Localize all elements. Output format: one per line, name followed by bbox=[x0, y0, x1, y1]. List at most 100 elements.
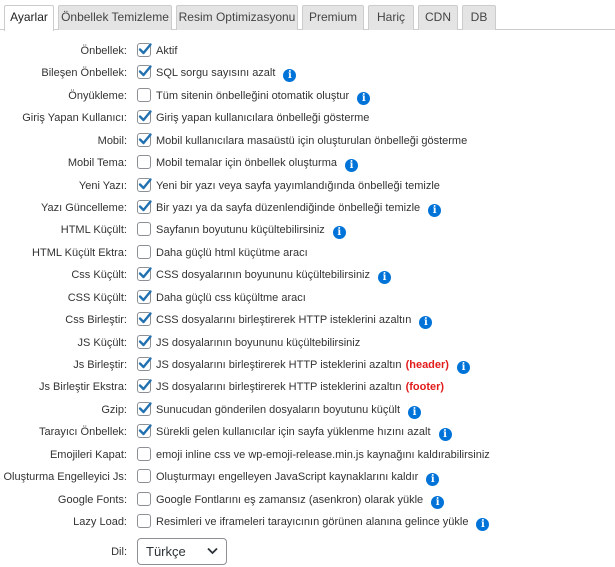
setting-row: Bileşen Önbellek: SQL sorgu sayısını azal… bbox=[0, 63, 615, 85]
setting-row: Js Birleştir Ekstra: JS dosyalarını birle… bbox=[0, 377, 615, 399]
setting-checkbox[interactable] bbox=[137, 424, 152, 439]
language-row: Dil: bbox=[0, 542, 615, 564]
setting-label: Js Birleştir: bbox=[73, 359, 127, 372]
setting-description: SQL sorgu sayısını azalt i bbox=[156, 66, 297, 83]
setting-checkbox[interactable] bbox=[137, 177, 152, 192]
setting-checkbox[interactable] bbox=[137, 65, 152, 80]
setting-checkbox[interactable] bbox=[137, 110, 152, 125]
checkmark-icon bbox=[138, 357, 152, 369]
tab-ayarlar[interactable]: Ayarlar bbox=[4, 5, 54, 31]
setting-description-text: Sunucudan gönderilen dosyaların boyutunu… bbox=[156, 403, 401, 416]
setting-description-text: Yeni bir yazı veya sayfa yayımlandığında… bbox=[156, 179, 440, 192]
setting-label: Lazy Load: bbox=[73, 516, 127, 529]
tab-db[interactable]: DB bbox=[462, 5, 496, 30]
setting-label: Yeni Yazı: bbox=[78, 179, 127, 192]
info-icon[interactable]: i bbox=[438, 428, 452, 442]
setting-checkbox[interactable] bbox=[137, 87, 151, 102]
setting-label: Önbellek: bbox=[80, 45, 127, 57]
setting-label: HTML Küçült: bbox=[60, 224, 127, 237]
setting-checkbox[interactable] bbox=[137, 200, 152, 214]
setting-row: HTML Küçült Ektra: Daha güçlü html küçütm… bbox=[0, 243, 615, 265]
setting-description: JS dosyalarının boyununu küçültebilirsin… bbox=[156, 336, 360, 350]
setting-checkbox[interactable] bbox=[137, 222, 151, 237]
info-icon[interactable]: i bbox=[408, 405, 422, 419]
info-icon[interactable]: i bbox=[426, 473, 440, 487]
setting-description-text: Daha güçlü html küçütme aracı bbox=[156, 246, 308, 259]
setting-label: Oluşturma Engelleyici Js: bbox=[3, 471, 128, 484]
setting-checkbox[interactable] bbox=[137, 312, 152, 327]
setting-description: Mobil temalar için önbellek oluşturma i bbox=[156, 156, 358, 173]
setting-checkbox[interactable] bbox=[137, 401, 152, 416]
setting-label: Css Küçült: bbox=[71, 269, 127, 282]
setting-label: Giriş Yapan Kullanıcı: bbox=[22, 112, 127, 125]
checkmark-icon bbox=[138, 133, 152, 144]
tab-cdn[interactable]: CDN bbox=[418, 5, 458, 30]
setting-description-text: Mobil temalar için önbellek oluşturma bbox=[156, 157, 337, 170]
setting-label: Tarayıcı Önbellek: bbox=[38, 426, 127, 439]
setting-description-text: Tüm sitenin önbelleğini otomatik oluştur bbox=[156, 89, 350, 102]
tab-resim-optimizasyonu[interactable]: Resim Optimizasyonu bbox=[176, 5, 298, 30]
setting-checkbox[interactable] bbox=[137, 267, 152, 282]
info-icon[interactable]: i bbox=[419, 316, 433, 330]
info-icon[interactable]: i bbox=[476, 518, 490, 532]
setting-checkbox[interactable] bbox=[137, 446, 151, 461]
checkmark-icon bbox=[138, 312, 152, 324]
setting-checkbox[interactable] bbox=[137, 334, 152, 349]
setting-description-text: JS dosyalarını birleştirerek HTTP istekl… bbox=[156, 381, 402, 394]
setting-checkbox[interactable] bbox=[137, 514, 151, 529]
checkmark-icon bbox=[138, 177, 152, 189]
setting-label: Mobil: bbox=[97, 134, 127, 147]
info-icon[interactable]: i bbox=[344, 159, 358, 173]
setting-label: Önyükleme: bbox=[68, 89, 127, 102]
tab-premium[interactable]: Premium bbox=[302, 5, 364, 30]
setting-checkbox[interactable] bbox=[137, 357, 152, 372]
setting-description-text: Resimleri ve iframeleri tarayıcının görü… bbox=[156, 516, 469, 529]
setting-highlight: (header) bbox=[405, 359, 449, 372]
info-icon[interactable]: i bbox=[428, 204, 442, 217]
setting-label: CSS Küçült: bbox=[67, 291, 127, 304]
setting-description: CSS dosyalarının boyununu küçültebilirsi… bbox=[156, 268, 392, 285]
checkmark-icon bbox=[138, 110, 152, 122]
setting-checkbox[interactable] bbox=[137, 379, 152, 394]
setting-description-text: Aktif bbox=[156, 45, 178, 57]
chevron-down-icon bbox=[207, 547, 218, 555]
info-icon[interactable]: i bbox=[378, 271, 392, 285]
info-icon[interactable]: i bbox=[357, 91, 371, 105]
setting-checkbox[interactable] bbox=[137, 244, 151, 259]
info-icon[interactable]: i bbox=[431, 495, 445, 509]
tab-onbellek-temizleme[interactable]: Önbellek Temizleme bbox=[58, 5, 172, 30]
info-icon[interactable]: i bbox=[283, 69, 297, 83]
setting-description-text: JS dosyalarının boyununu küçültebilirsin… bbox=[156, 336, 361, 349]
setting-description: Daha güçlü html küçütme aracı bbox=[156, 246, 308, 260]
setting-row: Önbellek: Aktif bbox=[0, 41, 615, 63]
checkmark-icon bbox=[138, 267, 152, 279]
setting-row: JS Küçült: JS dosyalarının boyununu küçül… bbox=[0, 333, 615, 355]
language-label: Dil: bbox=[111, 546, 127, 558]
setting-row: Oluşturma Engelleyici Js: Oluşturmayı eng… bbox=[0, 467, 615, 489]
setting-label: Css Birleştir: bbox=[65, 314, 127, 327]
setting-checkbox[interactable] bbox=[137, 469, 151, 484]
setting-row: Tarayıcı Önbellek: Sürekli gelen kullanıc… bbox=[0, 422, 615, 444]
setting-checkbox[interactable] bbox=[137, 155, 151, 170]
language-select[interactable]: Türkçe bbox=[137, 538, 227, 565]
info-icon[interactable]: i bbox=[456, 361, 470, 375]
setting-description-text: emoji inline css ve wp-emoji-release.min… bbox=[156, 448, 490, 461]
setting-description-text: JS dosyalarını birleştirerek HTTP istekl… bbox=[156, 359, 402, 372]
setting-description: Bir yazı ya da sayfa düzenlendiğinde önb… bbox=[156, 201, 442, 217]
setting-description: emoji inline css ve wp-emoji-release.min… bbox=[156, 448, 490, 462]
setting-checkbox[interactable] bbox=[137, 132, 152, 147]
setting-checkbox[interactable] bbox=[137, 43, 152, 57]
tab-haric[interactable]: Hariç bbox=[368, 5, 414, 30]
setting-description-text: Giriş yapan kullanıcılara önbelleği göst… bbox=[156, 112, 370, 125]
checkmark-icon bbox=[138, 379, 152, 391]
setting-label: Mobil Tema: bbox=[67, 157, 127, 170]
setting-description: Tüm sitenin önbelleğini otomatik oluştur… bbox=[156, 89, 371, 105]
setting-row: Giriş Yapan Kullanıcı: Giriş yapan kullan… bbox=[0, 108, 615, 130]
setting-checkbox[interactable] bbox=[137, 289, 152, 304]
setting-row: CSS Küçült: Daha güçlü css küçültme aracı bbox=[0, 288, 615, 310]
setting-row: Mobil: Mobil kullanıcılara masaüstü için … bbox=[0, 131, 615, 153]
setting-row: Önyükleme: Tüm sitenin önbelleğini otomat… bbox=[0, 86, 615, 108]
setting-description-text: SQL sorgu sayısını azalt bbox=[156, 67, 276, 80]
setting-checkbox[interactable] bbox=[137, 491, 151, 506]
info-icon[interactable]: i bbox=[332, 226, 346, 240]
